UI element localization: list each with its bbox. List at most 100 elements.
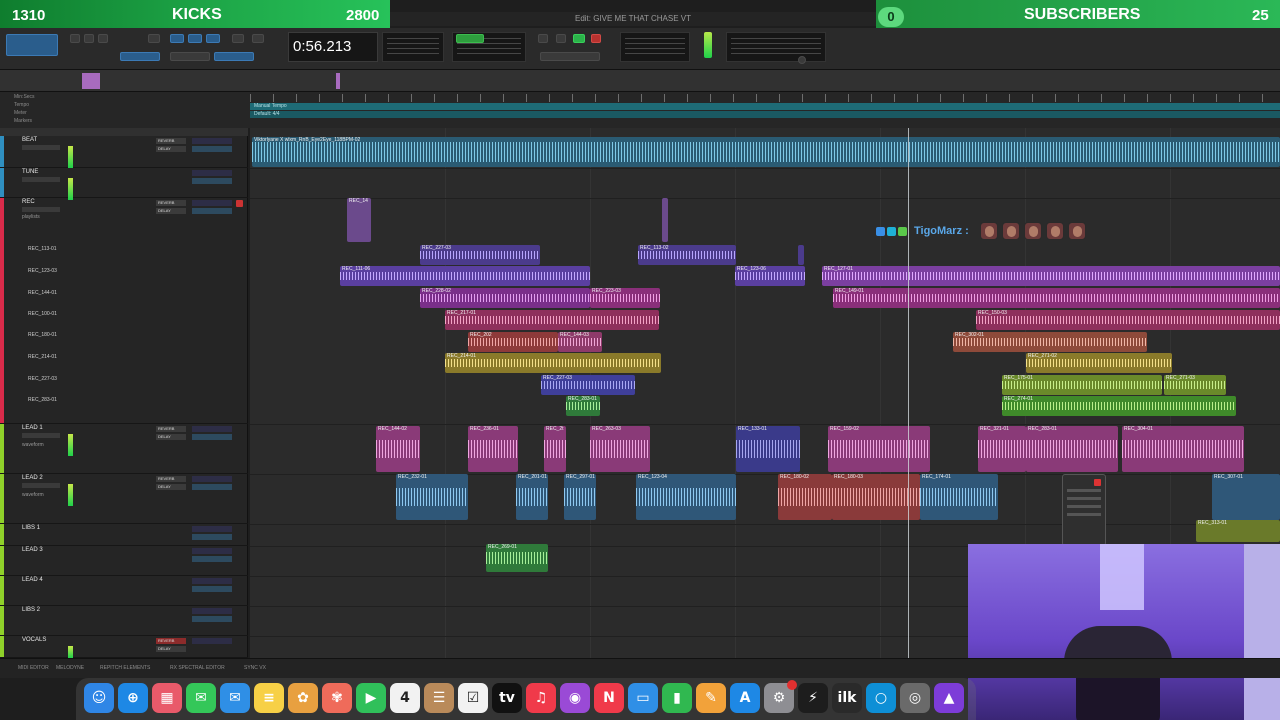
ilok-icon[interactable]: ilk	[832, 683, 862, 713]
playlist-lane-name[interactable]: REC_144-01	[28, 290, 57, 296]
track-name[interactable]: LEAD 4	[22, 577, 43, 583]
tempo-ruler[interactable]: Manual Tempo	[250, 103, 1280, 110]
disk-utility-icon[interactable]: ◎	[900, 683, 930, 713]
solo-mute-buttons[interactable]	[22, 483, 60, 488]
audio-clip[interactable]: REC_113-02	[638, 245, 736, 265]
track-name[interactable]: BEAT	[22, 137, 37, 143]
track-name[interactable]: LEAD 1	[22, 425, 43, 431]
audio-clip[interactable]	[662, 198, 668, 242]
playlist-lane-name[interactable]: REC_123-03	[28, 268, 57, 274]
track-name[interactable]: REC	[22, 199, 35, 205]
trim-tool[interactable]	[170, 34, 184, 43]
minsecs-ruler[interactable]	[250, 94, 1280, 102]
solo-mute-buttons[interactable]	[22, 433, 60, 438]
audio-clip[interactable]: REC_111-06	[340, 266, 590, 286]
solo-mute-buttons[interactable]	[22, 207, 60, 212]
audio-clip[interactable]: REC_133-01	[736, 426, 800, 472]
sync-vx-tab[interactable]: SYNC VX	[244, 665, 266, 671]
audio-clip[interactable]	[798, 245, 804, 265]
io-output[interactable]	[192, 138, 232, 144]
insert-slot-delay[interactable]: DELAY	[156, 646, 186, 652]
pages-icon[interactable]: ✎	[696, 683, 726, 713]
insert-slot-reverb[interactable]: REVERB	[156, 476, 186, 482]
audio-clip[interactable]: REC_123-06	[735, 266, 805, 286]
audio-clip[interactable]: REC_313-01	[1196, 520, 1280, 542]
io-volume[interactable]	[192, 534, 232, 540]
facetime-icon[interactable]: ▶	[356, 683, 386, 713]
appstore-icon[interactable]: A	[730, 683, 760, 713]
io-output[interactable]	[192, 548, 232, 554]
track-header-lead-4[interactable]: LEAD 4	[0, 576, 248, 606]
track-view-label[interactable]: playlists	[22, 214, 40, 220]
ruler-lanes[interactable]: Manual Tempo Default: 4/4	[250, 92, 1280, 128]
calendar-icon[interactable]: 4	[390, 683, 420, 713]
photos-icon[interactable]: ✿	[288, 683, 318, 713]
main-counter[interactable]: 0:56.213	[288, 32, 378, 62]
settings-gear[interactable]	[798, 56, 806, 64]
audio-clip[interactable]: REC_223-03	[590, 288, 660, 308]
playhead-cursor[interactable]	[908, 128, 909, 658]
track-header-rec[interactable]: REC playlists REVERB DELAY REC_113-01 RE…	[0, 198, 248, 424]
track-header-libs-2[interactable]: LIBS 2	[0, 606, 248, 636]
audio-clip[interactable]: REC_123-04	[636, 474, 736, 520]
smart-tool[interactable]	[252, 34, 264, 43]
audio-clip[interactable]: REC_228-02	[420, 288, 590, 308]
grid-button[interactable]	[120, 52, 160, 61]
close-icon[interactable]	[1094, 479, 1101, 486]
news-icon[interactable]: N	[594, 683, 624, 713]
meter-ruler[interactable]: Default: 4/4	[250, 111, 1280, 118]
audio-clip[interactable]: REC_202	[468, 332, 558, 352]
track-header-tune[interactable]: TUNE	[0, 168, 248, 200]
rx-spectral-tab[interactable]: RX SPECTRAL EDITOR	[170, 665, 225, 671]
audio-clip[interactable]: REC_217-01	[445, 310, 659, 330]
audio-clip[interactable]: REC_175-01	[1002, 375, 1162, 395]
pencil-tool[interactable]	[232, 34, 244, 43]
track-name[interactable]: LEAD 3	[22, 547, 43, 553]
audio-clip[interactable]: REC_271-02	[1026, 353, 1172, 373]
audio-clip[interactable]: REC_214-01	[445, 353, 661, 373]
io-volume[interactable]	[192, 586, 232, 592]
audio-clip[interactable]: REC_2t	[544, 426, 566, 472]
messages-icon[interactable]: ✉	[186, 683, 216, 713]
io-output[interactable]	[192, 426, 232, 432]
audio-clip[interactable]: REC_174-01	[920, 474, 998, 520]
audio-clip[interactable]: REC_271-03	[1164, 375, 1226, 395]
insert-slot-delay[interactable]: DELAY	[156, 484, 186, 490]
track-header-lead-3[interactable]: LEAD 3	[0, 546, 248, 576]
zoom-button[interactable]	[70, 34, 80, 43]
io-output[interactable]	[192, 578, 232, 584]
plugin-control[interactable]	[1067, 489, 1101, 492]
audio-clip[interactable]: REC_150-03	[976, 310, 1280, 330]
track-header-lead-2[interactable]: LEAD 2 waveform REVERB DELAY	[0, 474, 248, 524]
io-output[interactable]	[192, 200, 232, 206]
music-icon[interactable]: ♫	[526, 683, 556, 713]
numbers-icon[interactable]: ▮	[662, 683, 692, 713]
safari-icon[interactable]: ⊕	[118, 683, 148, 713]
launchpad-icon[interactable]: ▦	[152, 683, 182, 713]
settings-icon[interactable]: ⚙	[764, 680, 797, 713]
playlist-lane-name[interactable]: REC_227-03	[28, 376, 57, 382]
audio-clip[interactable]: REC_227-03	[420, 245, 540, 265]
audio-clip[interactable]: REC_302-01	[953, 332, 1147, 352]
audio-clip[interactable]: REC_307-01	[1212, 474, 1280, 520]
audio-clip[interactable]: REC_304-01	[1122, 426, 1244, 472]
repitch-tab[interactable]: REPITCH ELEMENTS	[100, 665, 150, 671]
plugin-control[interactable]	[1067, 505, 1101, 508]
playlist-lane-name[interactable]: REC_180-01	[28, 332, 57, 338]
zoom-button-3[interactable]	[98, 34, 108, 43]
track-name[interactable]: TUNE	[22, 169, 38, 175]
appletv-icon[interactable]: tv	[492, 683, 522, 713]
online-button[interactable]	[538, 34, 548, 43]
track-name[interactable]: LIBS 2	[22, 607, 40, 613]
audio-clip[interactable]: REC_144-03	[558, 332, 602, 352]
keynote-icon[interactable]: ▭	[628, 683, 658, 713]
grid-value-button[interactable]	[456, 34, 484, 43]
insert-slot-delay[interactable]: DELAY	[156, 434, 186, 440]
nudge-button[interactable]	[170, 52, 210, 61]
audio-clip[interactable]: REC_263-03	[590, 426, 650, 472]
audio-clip[interactable]: REC_274-01	[1002, 396, 1236, 416]
podcasts-icon[interactable]: ◉	[560, 683, 590, 713]
io-volume[interactable]	[192, 208, 232, 214]
track-view-label[interactable]: waveform	[22, 492, 44, 498]
contacts-icon[interactable]: ☰	[424, 683, 454, 713]
